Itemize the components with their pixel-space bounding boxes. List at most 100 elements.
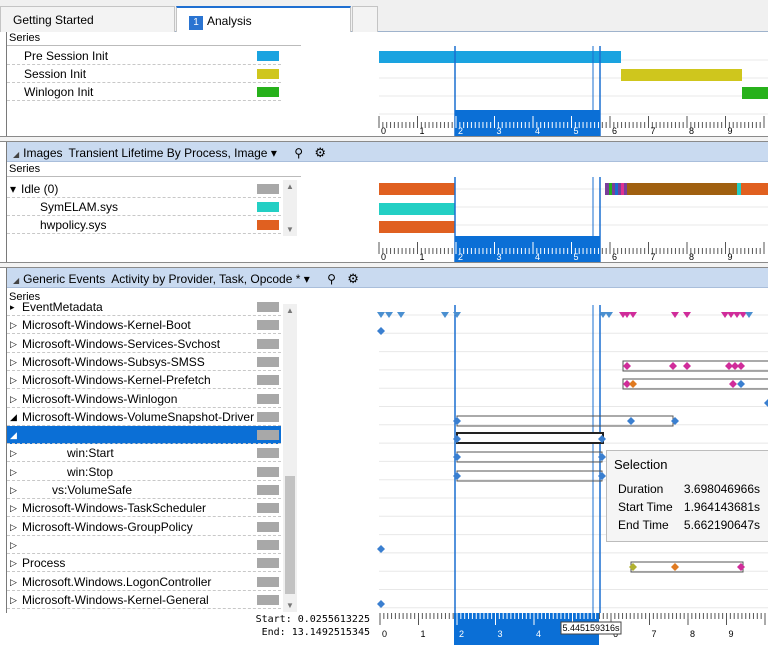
time-ruler[interactable]: 0 1 2 3 4 5 6 7 8 9 (378, 236, 765, 262)
event-marker[interactable] (671, 563, 679, 571)
expand-arrow-icon[interactable]: ▷ (10, 485, 17, 496)
generic-series-row[interactable]: ▷ Microsoft-Windows-Kernel-Boot (7, 316, 281, 335)
expand-arrow-icon[interactable]: ▷ (10, 522, 17, 533)
bar-winlogon-init[interactable] (742, 87, 768, 99)
scroll-down-icon[interactable]: ▼ (285, 601, 295, 610)
event-marker[interactable] (453, 417, 461, 425)
bar-session-init[interactable] (621, 69, 742, 81)
event-marker[interactable] (671, 417, 679, 425)
generic-series-row[interactable]: ▷ Microsoft-Windows-Winlogon (7, 390, 281, 408)
series-row-idle[interactable]: ▾ Idle (0) (7, 180, 281, 198)
ruler-tick-label: 5 (574, 252, 579, 262)
generic-series-row[interactable]: ▷ Microsoft-Windows-Subsys-SMSS (7, 353, 281, 371)
collapse-triangle-icon[interactable]: ◢ (13, 150, 19, 159)
expand-arrow-icon[interactable]: ◢ (10, 412, 17, 423)
expand-arrow-icon[interactable]: ◢ (10, 430, 17, 441)
generic-series-row[interactable]: ▷ Process (7, 554, 281, 573)
expand-arrow-icon[interactable]: ▷ (10, 320, 17, 331)
generic-series-label: Microsoft-Windows-Kernel-Boot (22, 318, 191, 333)
search-icon[interactable]: ⚲ (294, 146, 303, 160)
gear-icon[interactable]: ⚙ (314, 145, 326, 160)
bar-idle-early[interactable] (379, 183, 455, 195)
event-marker[interactable] (683, 362, 691, 370)
event-marker[interactable] (737, 380, 745, 388)
scroll-down-icon[interactable]: ▼ (285, 225, 295, 234)
event-marker[interactable] (737, 362, 745, 370)
series-row-session-init[interactable]: Session Init (7, 65, 281, 83)
generic-series-row[interactable]: ▷ vs:VolumeSafe (7, 481, 281, 499)
images-view-selector[interactable]: Transient Lifetime By Process, Image (69, 146, 268, 160)
expand-arrow-icon[interactable]: ▷ (10, 577, 17, 588)
generic-series-row[interactable]: ▷ (7, 536, 281, 554)
expand-arrow-icon[interactable]: ▾ (10, 182, 16, 196)
event-marker[interactable] (453, 472, 461, 480)
expand-arrow-icon[interactable]: ▷ (10, 503, 17, 514)
event-marker[interactable] (623, 362, 631, 370)
series-row-hwpolicy[interactable]: hwpolicy.sys (7, 216, 281, 234)
expand-arrow-icon[interactable]: ▷ (10, 357, 17, 368)
event-marker[interactable] (377, 545, 385, 553)
generic-series-row[interactable]: ◢ Microsoft-Windows-VolumeSnapshot-Driver (7, 408, 281, 426)
series-row-pre-session-init[interactable]: Pre Session Init (7, 47, 281, 65)
expand-arrow-icon[interactable]: ▷ (10, 540, 17, 551)
generic-series-row[interactable]: ▸ EventMetadata (7, 298, 281, 316)
series-row-winlogon-init[interactable]: Winlogon Init (7, 83, 281, 101)
expand-arrow-icon[interactable]: ▷ (10, 558, 17, 569)
event-marker[interactable] (627, 417, 635, 425)
top-timeline[interactable]: 0 1 2 3 4 5 6 7 8 9 (297, 32, 768, 136)
ruler-tick-label: 0 (381, 126, 386, 136)
generic-series-row[interactable]: ▷ Microsoft-Windows-Kernel-Prefetch (7, 371, 281, 390)
generic-series-row[interactable]: ▷ Microsoft-Windows-Kernel-General (7, 591, 281, 609)
images-timeline[interactable]: 0 1 2 3 4 5 6 7 8 9 (297, 163, 768, 262)
gear-icon[interactable]: ⚙ (347, 271, 359, 286)
expand-arrow-icon[interactable]: ▷ (10, 595, 17, 606)
dropdown-arrow-icon[interactable]: ▾ (267, 146, 277, 160)
collapse-triangle-icon[interactable]: ◢ (13, 276, 19, 285)
generic-scrollbar[interactable]: ▲ ▼ (283, 304, 297, 612)
activity-span[interactable] (630, 561, 744, 573)
bar-pre-session-init[interactable] (379, 51, 621, 63)
event-marker[interactable] (629, 380, 637, 388)
expand-arrow-icon[interactable]: ▷ (10, 375, 17, 386)
scroll-up-icon[interactable]: ▲ (285, 182, 295, 191)
expand-arrow-icon[interactable]: ▷ (10, 467, 17, 478)
generic-series-row[interactable]: ▷ win:Stop (7, 463, 281, 481)
dropdown-arrow-icon[interactable]: ▾ (300, 272, 310, 286)
event-marker[interactable] (598, 472, 606, 480)
tab-getting-started[interactable]: Getting Started (0, 6, 175, 32)
generic-series-row[interactable]: ◢ (7, 426, 281, 445)
series-color-swatch (257, 302, 279, 312)
event-marker[interactable] (377, 600, 385, 608)
event-marker[interactable] (729, 380, 737, 388)
event-marker[interactable] (737, 563, 745, 571)
tab-analysis[interactable]: 1 Analysis (176, 6, 351, 32)
bar-idle-late[interactable] (627, 183, 737, 195)
bar-symelam[interactable] (379, 203, 455, 215)
bar-hwpolicy[interactable] (379, 221, 455, 233)
generic-series-row[interactable]: ▷ win:Start (7, 444, 281, 463)
generic-view-selector[interactable]: Activity by Provider, Task, Opcode * (111, 272, 300, 286)
activity-span[interactable] (456, 432, 604, 444)
event-marker[interactable] (764, 399, 768, 407)
generic-series-row[interactable]: ▷ Microsoft.Windows.LogonController (7, 573, 281, 591)
search-icon[interactable]: ⚲ (327, 272, 336, 286)
activity-span[interactable] (622, 378, 768, 390)
event-marker[interactable] (669, 362, 677, 370)
expand-arrow-icon[interactable]: ▷ (10, 448, 17, 459)
scrollbar-thumb[interactable] (285, 476, 295, 594)
event-marker[interactable] (598, 453, 606, 461)
expand-arrow-icon[interactable]: ▷ (10, 339, 17, 350)
generic-series-row[interactable]: ▷ Microsoft-Windows-Services-Svchost (7, 335, 281, 353)
images-scrollbar[interactable]: ▲ ▼ (283, 180, 297, 236)
tab-new[interactable] (352, 6, 378, 32)
scroll-up-icon[interactable]: ▲ (285, 306, 295, 315)
activity-span[interactable] (456, 451, 603, 463)
footer-ruler[interactable]: 012346789 5.445159316s (375, 613, 768, 645)
generic-series-row[interactable]: ▷ Microsoft-Windows-TaskScheduler (7, 499, 281, 518)
expand-arrow-icon[interactable]: ▸ (10, 302, 15, 313)
expand-arrow-icon[interactable]: ▷ (10, 394, 17, 405)
event-marker[interactable] (453, 453, 461, 461)
generic-series-row[interactable]: ▷ Microsoft-Windows-GroupPolicy (7, 518, 281, 536)
event-marker[interactable] (629, 563, 637, 571)
series-row-symelam[interactable]: SymELAM.sys (7, 198, 281, 216)
